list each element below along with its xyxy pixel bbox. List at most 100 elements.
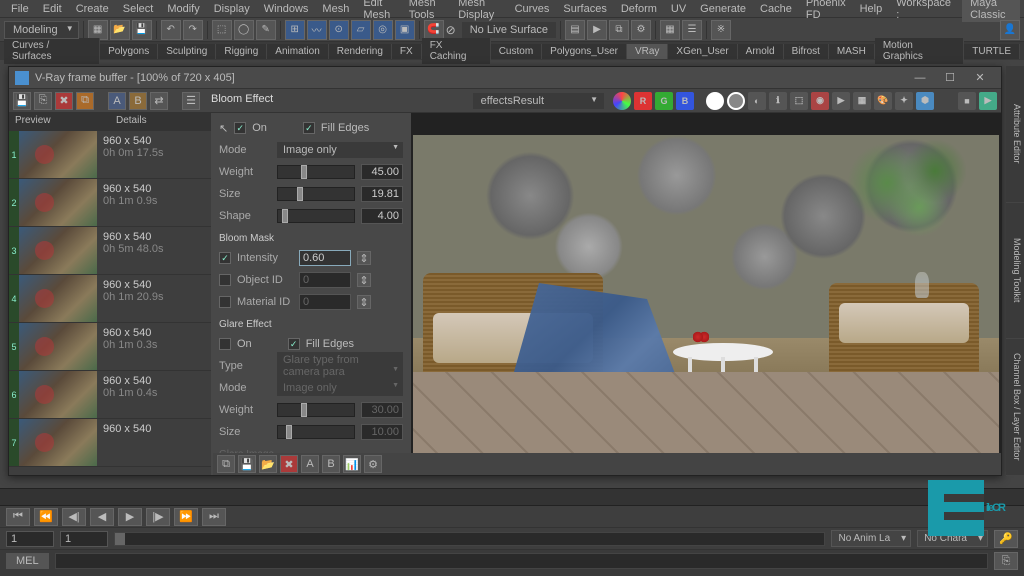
ipr-icon[interactable]: ⧉: [609, 20, 629, 40]
menu-file[interactable]: File: [4, 3, 36, 15]
swap-icon[interactable]: ⇄: [150, 92, 168, 110]
vfb-titlebar[interactable]: V-Ray frame buffer - [100% of 720 x 405]…: [9, 67, 1001, 89]
shelf-tab-mash[interactable]: MASH: [829, 44, 875, 59]
history-header-details[interactable]: Details: [110, 113, 211, 131]
matid-checkbox[interactable]: [219, 296, 231, 308]
shelf-tab-polyuser[interactable]: Polygons_User: [542, 44, 627, 59]
menu-windows[interactable]: Windows: [257, 3, 316, 15]
script-editor-button[interactable]: ⎘: [994, 552, 1018, 570]
workspace-dropdown[interactable]: Maya Classic: [962, 0, 1020, 22]
command-line-input[interactable]: [55, 553, 988, 569]
copy-icon[interactable]: ⧉: [76, 92, 94, 110]
step-fwd-button[interactable]: ⏩: [174, 508, 198, 526]
intensity-link-icon[interactable]: ⇕: [357, 251, 371, 265]
glare-mode-dropdown[interactable]: Image only: [277, 380, 403, 396]
render-view[interactable]: [411, 113, 1001, 475]
shelf-tab-custom[interactable]: Custom: [491, 44, 542, 59]
play-start-field[interactable]: 1: [60, 531, 108, 547]
info-icon[interactable]: ℹ: [769, 92, 787, 110]
save-icon[interactable]: 💾: [132, 20, 152, 40]
menu-deform[interactable]: Deform: [614, 3, 664, 15]
play-back-button[interactable]: ◀: [90, 508, 114, 526]
autokey-button[interactable]: 🔑: [994, 530, 1018, 548]
alpha-icon[interactable]: [727, 92, 745, 110]
save-all-icon[interactable]: ⎘: [34, 92, 52, 110]
snap-point-icon[interactable]: ⊙: [329, 20, 349, 40]
shelf-tab-bifrost[interactable]: Bifrost: [784, 44, 829, 59]
b-channel-button[interactable]: B: [676, 92, 694, 110]
r-channel-button[interactable]: R: [634, 92, 652, 110]
settings-icon[interactable]: ⚙: [364, 455, 382, 473]
shelf-tab-curves[interactable]: Curves / Surfaces: [4, 38, 100, 64]
range-start-field[interactable]: 1: [6, 531, 54, 547]
snap-grid-icon[interactable]: ⊞: [285, 20, 305, 40]
open-icon[interactable]: 📂: [110, 20, 130, 40]
bloom-shape-value[interactable]: 4.00: [361, 208, 403, 224]
outliner-icon[interactable]: ☰: [682, 20, 702, 40]
load-history-icon[interactable]: 📂: [259, 455, 277, 473]
bloom-size-slider[interactable]: [277, 187, 355, 201]
bloom-size-value[interactable]: 19.81: [361, 186, 403, 202]
next-key-button[interactable]: |▶: [146, 508, 170, 526]
glare-type-dropdown[interactable]: Glare type from camera para: [277, 352, 403, 380]
clamp-icon[interactable]: ◐: [748, 92, 766, 110]
objectid-link-icon[interactable]: ⇕: [357, 273, 371, 287]
time-slider[interactable]: [0, 488, 1024, 506]
character-dropdown[interactable]: No Chara: [917, 530, 988, 547]
shelf-tab-rendering[interactable]: Rendering: [329, 44, 392, 59]
shelf-tab-motion[interactable]: Motion Graphics: [875, 38, 964, 64]
shelf-tab-sculpting[interactable]: Sculpting: [158, 44, 216, 59]
glare-on-checkbox[interactable]: [219, 338, 231, 350]
shelf-tab-animation[interactable]: Animation: [267, 44, 328, 59]
bloom-weight-value[interactable]: 45.00: [361, 164, 403, 180]
pixel-aspect-icon[interactable]: ▦: [853, 92, 871, 110]
glare-weight-value[interactable]: 30.00: [361, 402, 403, 418]
bloom-mode-dropdown[interactable]: Image only: [277, 142, 403, 158]
paint-select-icon[interactable]: ✎: [256, 20, 276, 40]
lens-effects-icon[interactable]: ✦: [895, 92, 913, 110]
step-back-button[interactable]: ⏪: [34, 508, 58, 526]
close-button[interactable]: ✕: [965, 68, 995, 88]
account-icon[interactable]: 👤: [1000, 20, 1020, 40]
end-button[interactable]: ⏭: [202, 508, 226, 526]
maximize-button[interactable]: ☐: [935, 68, 965, 88]
vfb-settings-icon[interactable]: ⬢: [916, 92, 934, 110]
xgen-icon[interactable]: ※: [711, 20, 731, 40]
channel-box-tab[interactable]: Channel Box / Layer Editor: [1006, 339, 1024, 476]
menu-curves[interactable]: Curves: [508, 3, 557, 15]
delete-icon[interactable]: ✖: [280, 455, 298, 473]
menu-mesh[interactable]: Mesh: [315, 3, 356, 15]
menu-create[interactable]: Create: [69, 3, 116, 15]
menu-select[interactable]: Select: [116, 3, 161, 15]
menu-phoenix[interactable]: Phoenix FD: [799, 0, 853, 21]
bloom-weight-slider[interactable]: [277, 165, 355, 179]
channel-dropdown[interactable]: effectsResult: [473, 93, 604, 109]
redo-icon[interactable]: ↷: [183, 20, 203, 40]
minimize-button[interactable]: —: [905, 68, 935, 88]
menu-icon[interactable]: ☰: [182, 92, 200, 110]
shelf-tab-vray[interactable]: VRay: [627, 44, 668, 59]
menu-uv[interactable]: UV: [664, 3, 693, 15]
objectid-value[interactable]: 0: [299, 272, 351, 288]
attr-editor-tab[interactable]: Attribute Editor: [1006, 66, 1024, 203]
snap-plane-icon[interactable]: ▱: [351, 20, 371, 40]
mono-icon[interactable]: [706, 92, 724, 110]
glare-size-value[interactable]: 10.00: [361, 424, 403, 440]
history-item[interactable]: 3 960 x 5400h 5m 48.0s: [9, 227, 211, 275]
history-item[interactable]: 2 960 x 5400h 1m 0.9s: [9, 179, 211, 227]
mel-label[interactable]: MEL: [6, 553, 49, 569]
shelf-tab-turtle[interactable]: TURTLE: [964, 44, 1020, 59]
history-item[interactable]: 7 960 x 540: [9, 419, 211, 467]
menu-surfaces[interactable]: Surfaces: [556, 3, 613, 15]
stop-render-icon[interactable]: ■: [958, 92, 976, 110]
history-item[interactable]: 4 960 x 5400h 1m 20.9s: [9, 275, 211, 323]
render-icon[interactable]: ▶: [587, 20, 607, 40]
construction-history-icon[interactable]: ▤: [565, 20, 585, 40]
matid-value[interactable]: 0: [299, 294, 351, 310]
snap-center-icon[interactable]: ◎: [373, 20, 393, 40]
setb-icon[interactable]: B: [322, 455, 340, 473]
anim-layer-dropdown[interactable]: No Anim La: [831, 530, 911, 547]
matid-link-icon[interactable]: ⇕: [357, 295, 371, 309]
bloom-shape-slider[interactable]: [277, 209, 355, 223]
no-live-surface-icon[interactable]: ⊘: [446, 23, 456, 37]
